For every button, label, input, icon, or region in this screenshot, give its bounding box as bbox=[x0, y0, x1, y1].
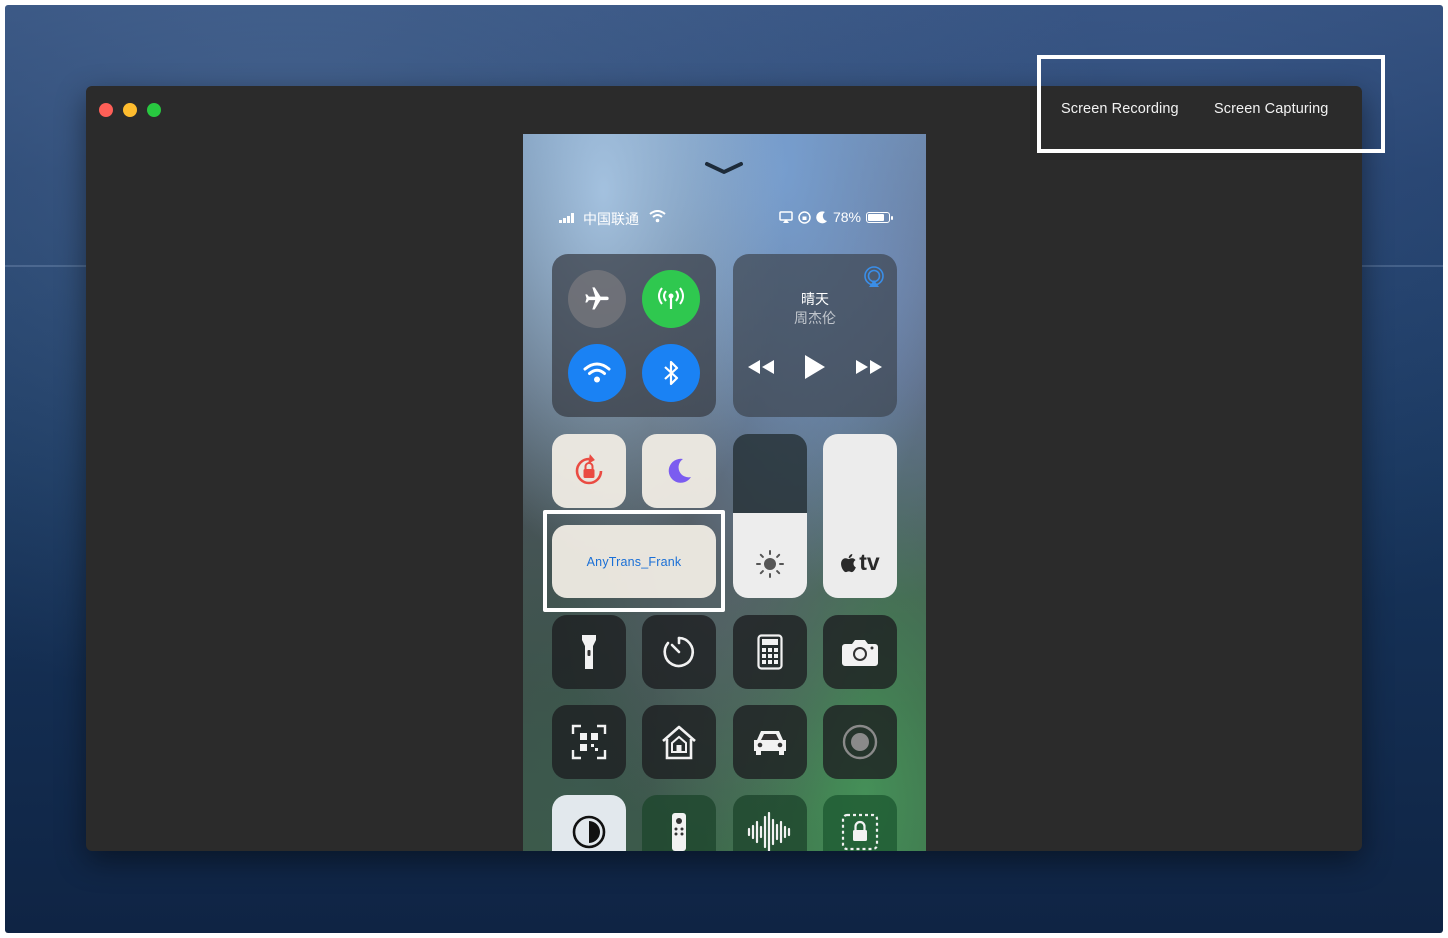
airplane-icon bbox=[585, 287, 609, 310]
bluetooth-button[interactable] bbox=[642, 344, 700, 402]
qr-code-icon bbox=[571, 724, 607, 760]
airplay-status-icon bbox=[779, 211, 793, 223]
now-playing-panel[interactable]: 晴天 周杰伦 bbox=[733, 254, 897, 417]
apple-tv-label: tv bbox=[859, 549, 880, 575]
lock-rotation-status-icon bbox=[798, 210, 811, 224]
song-title: 晴天 bbox=[801, 291, 829, 307]
screen-record-icon bbox=[842, 724, 878, 760]
cellular-icon bbox=[658, 287, 684, 309]
battery-icon bbox=[866, 211, 893, 223]
close-window-button[interactable] bbox=[99, 103, 113, 117]
airplay-icon[interactable] bbox=[863, 266, 885, 288]
calculator-icon bbox=[757, 634, 783, 670]
voice-memos-button[interactable] bbox=[733, 795, 807, 851]
timer-icon bbox=[663, 636, 695, 668]
qr-scanner-button[interactable] bbox=[552, 705, 626, 779]
connectivity-panel bbox=[552, 254, 716, 417]
apple-tv-remote-button[interactable]: tv bbox=[823, 434, 897, 598]
rewind-icon[interactable] bbox=[747, 358, 775, 376]
car-mode-button[interactable] bbox=[733, 705, 807, 779]
guided-access-button[interactable] bbox=[823, 795, 897, 851]
flashlight-button[interactable] bbox=[552, 615, 626, 689]
guided-access-icon bbox=[841, 813, 879, 851]
remote-icon bbox=[672, 813, 686, 851]
dark-mode-icon bbox=[572, 815, 606, 849]
phone-mirror-view: 中国联通 78% 晴天 周杰伦 AnyTrans_Frank tv bbox=[523, 134, 926, 851]
chevron-down-icon[interactable] bbox=[704, 160, 744, 176]
camera-icon bbox=[842, 640, 878, 666]
voice-memo-icon bbox=[747, 812, 791, 851]
brightness-slider[interactable] bbox=[733, 434, 807, 598]
fast-forward-icon[interactable] bbox=[855, 358, 883, 376]
car-icon bbox=[754, 731, 786, 755]
signal-icon bbox=[559, 213, 574, 223]
calculator-button[interactable] bbox=[733, 615, 807, 689]
screen-record-button[interactable] bbox=[823, 705, 897, 779]
moon-status-icon bbox=[816, 210, 827, 223]
apple-icon bbox=[841, 553, 857, 572]
cellular-data-button[interactable] bbox=[642, 270, 700, 328]
bluetooth-icon bbox=[664, 360, 679, 386]
maximize-window-button[interactable] bbox=[147, 103, 161, 117]
home-button[interactable] bbox=[642, 705, 716, 779]
carrier-label: 中国联通 bbox=[583, 211, 639, 227]
remote-button[interactable] bbox=[642, 795, 716, 851]
screen-mirroring-highlight bbox=[543, 510, 725, 612]
dark-mode-button[interactable] bbox=[552, 795, 626, 851]
wifi-icon bbox=[583, 362, 611, 383]
sun-icon bbox=[756, 550, 784, 578]
rotation-lock-icon bbox=[575, 454, 603, 485]
minimize-window-button[interactable] bbox=[123, 103, 137, 117]
song-artist: 周杰伦 bbox=[794, 310, 836, 326]
camera-button[interactable] bbox=[823, 615, 897, 689]
timer-button[interactable] bbox=[642, 615, 716, 689]
status-bar: 中国联通 78% bbox=[523, 206, 926, 228]
home-icon bbox=[662, 725, 696, 760]
flashlight-icon bbox=[582, 635, 596, 669]
play-icon[interactable] bbox=[803, 354, 827, 380]
airplane-mode-button[interactable] bbox=[568, 270, 626, 328]
do-not-disturb-icon bbox=[668, 458, 691, 483]
battery-percent: 78% bbox=[832, 209, 861, 225]
rotation-lock-button[interactable] bbox=[552, 434, 626, 508]
wifi-button[interactable] bbox=[568, 344, 626, 402]
wifi-status-icon bbox=[649, 210, 666, 223]
do-not-disturb-button[interactable] bbox=[642, 434, 716, 508]
mode-tabs-highlight bbox=[1037, 55, 1385, 153]
